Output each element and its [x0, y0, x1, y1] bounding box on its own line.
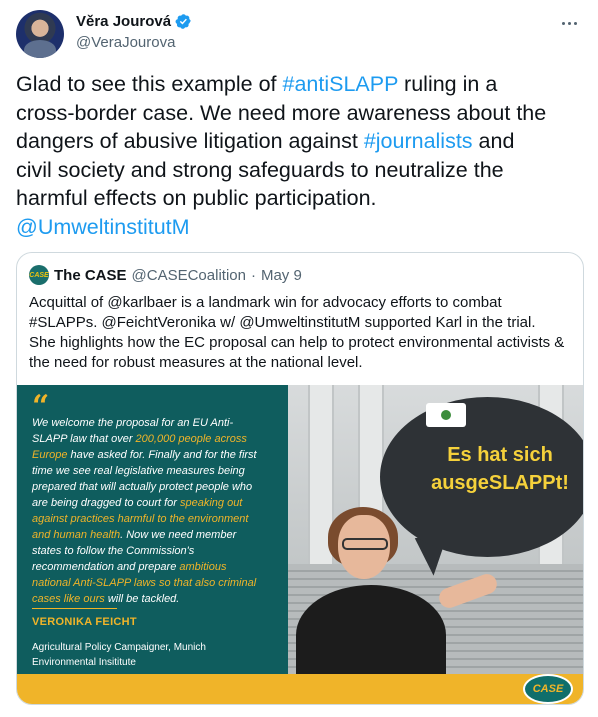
- mention-link[interactable]: @UmweltinstitutM: [16, 215, 190, 239]
- statement-segment: states to follow the Commission's: [32, 545, 195, 557]
- statement-segment: SLAPP law that over: [32, 433, 136, 445]
- statement-line: time we see real legislative measures be…: [32, 463, 282, 479]
- tweet-text-segment: dangers of abusive litigation against: [16, 129, 364, 153]
- tweet-text-segment: and: [472, 129, 515, 153]
- tweet-text-segment: Glad to see this example of: [16, 72, 283, 96]
- tweet-text-line: cross-border case. We need more awarenes…: [16, 99, 584, 128]
- quoted-text-line: the need for robust measures at the nati…: [29, 354, 363, 371]
- divider: [32, 608, 117, 609]
- statement-highlight: ambitious: [179, 561, 227, 573]
- statement-line: states to follow the Commission's: [32, 543, 282, 559]
- statement-line: prepared that will actually protect peop…: [32, 479, 282, 495]
- quoted-text-line: #SLAPPs. @FeichtVeronika w/ @Umweltinsti…: [29, 314, 536, 331]
- statement-text: We welcome the proposal for an EU Anti- S…: [32, 415, 282, 607]
- tweet-text-segment: harmful effects on public participation.: [16, 186, 377, 210]
- hashtag-link[interactable]: #antiSLAPP: [283, 72, 399, 96]
- quoted-text-line: She highlights how the EC proposal can h…: [29, 334, 565, 351]
- tweet-text-segment: civil society and strong safeguards to n…: [16, 157, 504, 182]
- quoted-media-image[interactable]: “ We welcome the proposal for an EU Anti…: [17, 385, 583, 704]
- statement-line: cases like ours will be tackled.: [32, 591, 282, 607]
- statement-panel: “ We welcome the proposal for an EU Anti…: [17, 385, 288, 674]
- statement-segment: have asked for. Finally and for the firs…: [67, 449, 257, 461]
- sign-logo-icon: [426, 403, 466, 427]
- sign-line: ausgeSLAPPt!: [431, 472, 569, 494]
- statement-segment: will be tackled.: [104, 593, 180, 605]
- statement-highlight: 200,000 people across: [135, 433, 247, 445]
- statement-line: national Anti-SLAPP laws so that also cr…: [32, 575, 282, 591]
- tweet-text-line: Glad to see this example of #antiSLAPP r…: [16, 70, 584, 99]
- statement-line: recommendation and prepare ambitious: [32, 559, 282, 575]
- quoted-date[interactable]: May 9: [261, 267, 302, 284]
- tweet-header: Věra Jourová @VeraJourova: [16, 10, 582, 58]
- quoted-name[interactable]: The CASE: [54, 267, 127, 284]
- statement-line: Europe have asked for. Finally and for t…: [32, 447, 282, 463]
- tweet-text-segment: ruling in a: [398, 72, 498, 96]
- statement-highlight: against practices harmful to the environ…: [32, 513, 249, 525]
- author-avatar[interactable]: [16, 10, 64, 58]
- glasses: [342, 538, 388, 550]
- tweet-text-segment: cross-border case. We need more awarenes…: [16, 100, 547, 125]
- quoted-avatar[interactable]: CASE: [29, 265, 49, 285]
- author-display-name[interactable]: Věra Jourová: [76, 13, 171, 30]
- quoted-handle[interactable]: @CASECoalition: [132, 267, 246, 284]
- footer-bar: CASE: [17, 674, 583, 704]
- statement-line: are being dragged to court for speaking …: [32, 495, 282, 511]
- statement-line: against practices harmful to the environ…: [32, 511, 282, 527]
- author-handle[interactable]: @VeraJourova: [76, 34, 175, 51]
- statement-segment: . Now we need member: [120, 529, 237, 541]
- quoted-header: CASE The CASE @CASECoalition · May 9: [29, 265, 302, 285]
- sign-line: Es hat sich: [447, 444, 553, 466]
- statement-role: Agricultural Policy Campaigner, Munich E…: [32, 640, 206, 670]
- statement-line: We welcome the proposal for an EU Anti-: [32, 415, 282, 431]
- hashtag-link[interactable]: #journalists: [364, 129, 473, 153]
- statement-line: and human health. Now we need member: [32, 527, 282, 543]
- author-name-row[interactable]: Věra Jourová: [76, 13, 192, 30]
- statement-speaker: VERONIKA FEICHT: [32, 616, 137, 628]
- case-logo: CASE: [523, 674, 573, 704]
- activist-photo: Es hat sich ausgeSLAPPt!: [288, 385, 583, 674]
- quoted-tweet[interactable]: CASE The CASE @CASECoalition · May 9 Acq…: [16, 252, 584, 705]
- statement-line: SLAPP law that over 200,000 people acros…: [32, 431, 282, 447]
- tweet-text-line: dangers of abusive litigation against #j…: [16, 127, 584, 156]
- statement-highlight: speaking out: [179, 497, 243, 509]
- more-options-icon[interactable]: [558, 14, 580, 32]
- role-line: Agricultural Policy Campaigner, Munich: [32, 642, 206, 653]
- verified-badge-icon: [175, 14, 191, 29]
- statement-highlight: and human health: [32, 529, 121, 541]
- tweet-text: Glad to see this example of #antiSLAPP r…: [16, 70, 584, 241]
- statement-highlight: national Anti-SLAPP laws so that also cr…: [32, 577, 257, 589]
- column: [308, 385, 334, 585]
- tweet-text-line: harmful effects on public participation.: [16, 184, 584, 213]
- role-line: Environmental Insititute: [32, 657, 136, 668]
- quoted-text-line: Acquittal of @karlbaer is a landmark win…: [29, 294, 502, 311]
- quoted-separator: ·: [250, 266, 256, 284]
- quoted-text: Acquittal of @karlbaer is a landmark win…: [29, 293, 574, 373]
- statement-highlight: cases like ours: [32, 593, 105, 605]
- sign-text: Es hat sich ausgeSLAPPt!: [400, 441, 583, 497]
- statement-segment: recommendation and prepare: [32, 561, 180, 573]
- person-body: [296, 585, 446, 674]
- statement-segment: are being dragged to court for: [32, 497, 180, 509]
- statement-segment: prepared that will actually protect peop…: [32, 481, 253, 493]
- statement-highlight: Europe: [32, 449, 68, 461]
- statement-segment: We welcome the proposal for an EU Anti-: [32, 417, 234, 429]
- tweet-text-line: @UmweltinstitutM: [16, 213, 584, 242]
- statement-segment: time we see real legislative measures be…: [32, 465, 245, 477]
- tweet-text-line: civil society and strong safeguards to n…: [16, 156, 584, 185]
